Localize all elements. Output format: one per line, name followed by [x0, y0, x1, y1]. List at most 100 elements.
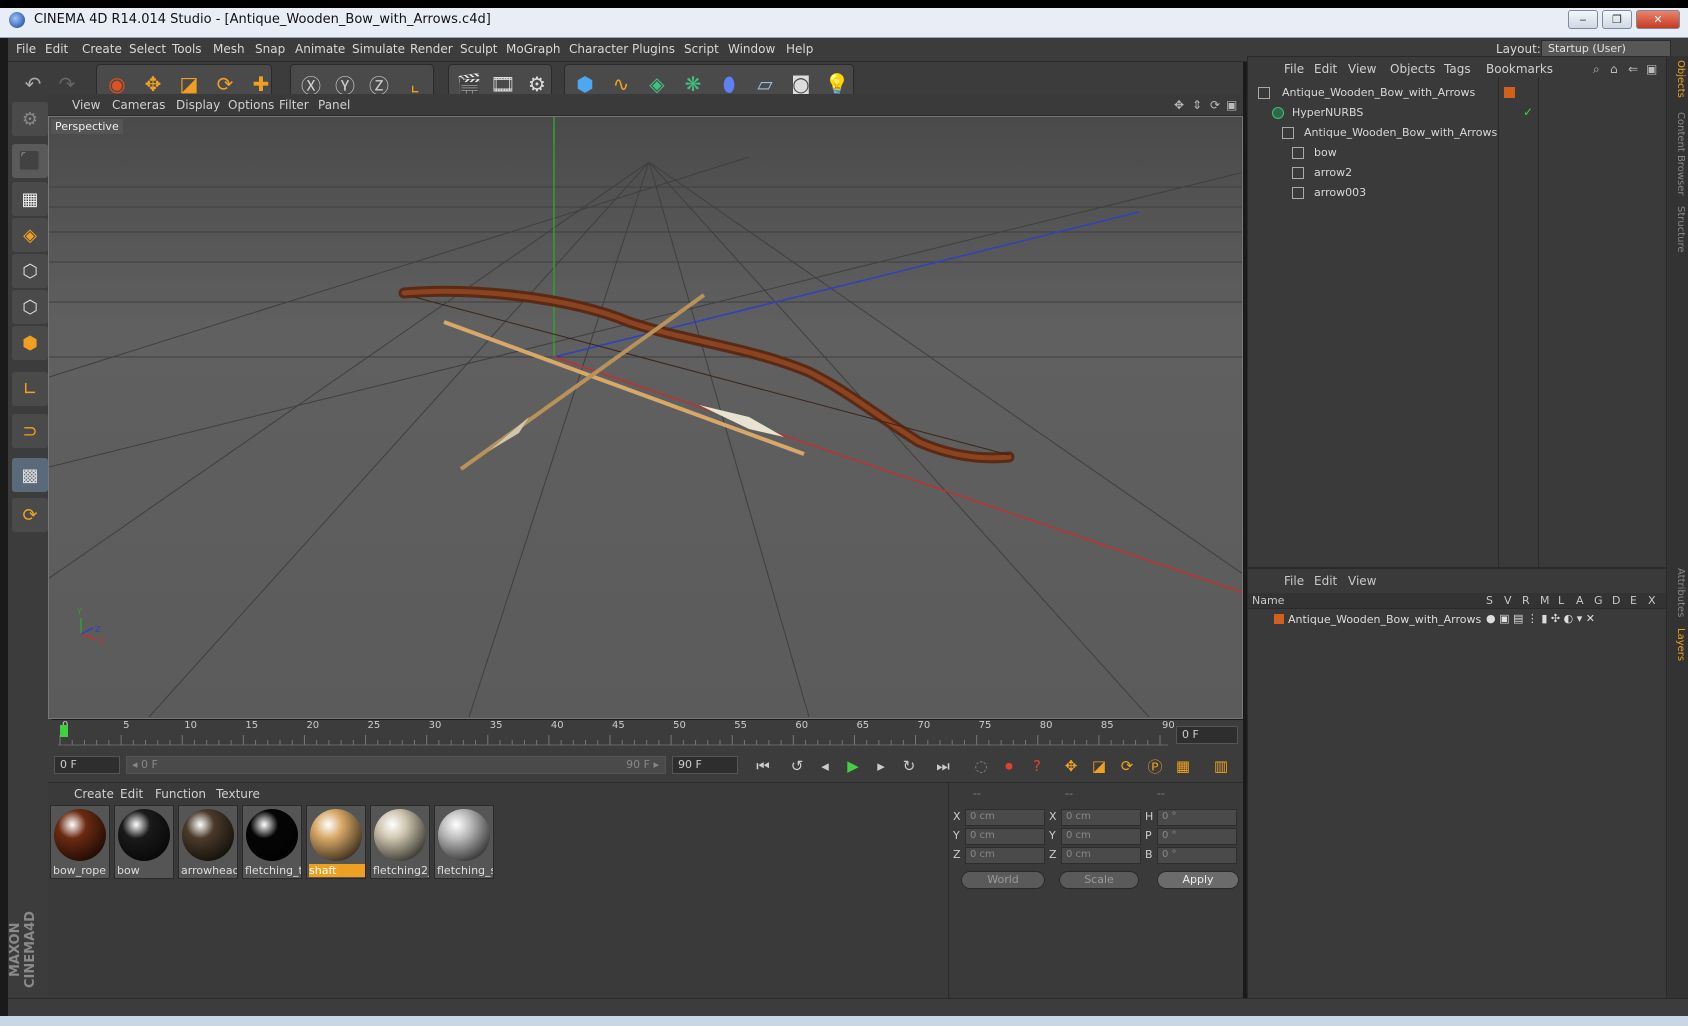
viewport-menu-display[interactable]: Display — [176, 98, 220, 112]
workplane-lock-icon[interactable]: ▩ — [12, 458, 48, 492]
size-z-field[interactable]: 0 cm — [1061, 847, 1141, 864]
maximize-button[interactable]: ❐ — [1602, 10, 1632, 29]
perspective-viewport[interactable]: Perspective Y X Z — [48, 116, 1243, 719]
tab-content-browser[interactable]: Content Browser — [1669, 112, 1686, 195]
material-menu-function[interactable]: Function — [155, 787, 206, 801]
axis-mode-icon[interactable]: ∟ — [12, 372, 48, 406]
viewport-maximize-icon[interactable]: ▣ — [1226, 98, 1237, 112]
arrow-model-2[interactable] — [459, 293, 706, 471]
material-menu-texture[interactable]: Texture — [216, 787, 260, 801]
key-parameter-icon[interactable]: Ⓟ — [1142, 754, 1168, 778]
position-z-field[interactable]: 0 cm — [965, 847, 1045, 864]
frame-range-slider[interactable]: ◂ 0 F 90 F ▸ — [126, 756, 666, 774]
start-frame-field[interactable]: 0 F — [54, 756, 120, 774]
size-y-field[interactable]: 0 cm — [1061, 828, 1141, 845]
material-menu-edit[interactable]: Edit — [120, 787, 143, 801]
menu-sculpt[interactable]: Sculpt — [460, 42, 497, 56]
menu-window[interactable]: Window — [728, 42, 775, 56]
rotation-h-field[interactable]: 0 ° — [1157, 809, 1237, 826]
menu-file[interactable]: File — [16, 42, 36, 56]
current-frame-field[interactable]: 0 F — [1176, 726, 1238, 744]
coordinate-system-dropdown[interactable]: World — [961, 871, 1045, 889]
record-keys-icon[interactable]: ◌ — [968, 754, 994, 778]
layer-toggle-icons[interactable]: ● ▣ ▤ ⋮ ▮ ✣ ◐ ▾ ✕ — [1486, 612, 1595, 625]
model-mode-icon[interactable]: ⬛ — [12, 144, 48, 178]
viewport-menu-filter[interactable]: Filter — [279, 98, 309, 112]
home-icon[interactable]: ⌂ — [1610, 62, 1618, 76]
material-swatch-selected[interactable]: shaft — [306, 805, 366, 879]
menu-animate[interactable]: Animate — [295, 42, 345, 56]
next-frame-icon[interactable]: ▸ — [868, 754, 894, 778]
menu-script[interactable]: Script — [684, 42, 719, 56]
key-position-icon[interactable]: ✥ — [1058, 754, 1084, 778]
size-mode-dropdown[interactable]: Scale — [1059, 871, 1139, 889]
position-y-field[interactable]: 0 cm — [965, 828, 1045, 845]
object-menu-bookmarks[interactable]: Bookmarks — [1486, 62, 1553, 76]
undo-icon[interactable]: ↶ — [16, 66, 50, 102]
menu-mesh[interactable]: Mesh — [213, 42, 245, 56]
size-x-field[interactable]: 0 cm — [1061, 809, 1141, 826]
viewport-zoom-icon[interactable]: ⇕ — [1192, 98, 1202, 112]
timeline-window-icon[interactable]: ▥ — [1208, 754, 1234, 778]
goto-start-icon[interactable]: ⏮ — [750, 754, 776, 778]
polygons-mode-icon[interactable]: ⬢ — [12, 326, 48, 360]
menu-plugins[interactable]: Plugins — [632, 42, 675, 56]
object-row[interactable]: arrow2 — [1248, 163, 1668, 183]
menu-render[interactable]: Render — [410, 42, 453, 56]
layer-color-swatch[interactable] — [1274, 614, 1284, 624]
prev-frame-icon[interactable]: ◂ — [812, 754, 838, 778]
viewport-menu-panel[interactable]: Panel — [318, 98, 350, 112]
points-mode-icon[interactable]: ⬡ — [12, 254, 48, 288]
key-pla-icon[interactable]: ▦ — [1170, 754, 1196, 778]
layer-menu-edit[interactable]: Edit — [1314, 574, 1337, 588]
search-icon[interactable]: ⌕ — [1593, 62, 1600, 77]
position-x-field[interactable]: 0 cm — [965, 809, 1045, 826]
menu-snap[interactable]: Snap — [255, 42, 285, 56]
material-swatch[interactable]: fletching_s — [434, 805, 494, 879]
object-menu-edit[interactable]: Edit — [1314, 62, 1337, 76]
material-swatch[interactable]: arrowhead — [178, 805, 238, 879]
tab-attributes[interactable]: Attributes — [1669, 568, 1686, 617]
viewport-menu-view[interactable]: View — [72, 98, 100, 112]
material-menu-create[interactable]: Create — [74, 787, 114, 801]
object-menu-file[interactable]: File — [1284, 62, 1304, 76]
object-menu-view[interactable]: View — [1348, 62, 1376, 76]
edges-mode-icon[interactable]: ⬡ — [12, 290, 48, 324]
tab-structure[interactable]: Structure — [1669, 206, 1686, 253]
menu-mograph[interactable]: MoGraph — [506, 42, 561, 56]
viewport-menu-options[interactable]: Options — [228, 98, 274, 112]
menu-edit[interactable]: Edit — [45, 42, 68, 56]
tab-layers[interactable]: Layers — [1669, 628, 1686, 661]
layer-menu-view[interactable]: View — [1348, 574, 1376, 588]
object-row[interactable]: Antique_Wooden_Bow_with_Arrows — [1248, 83, 1668, 103]
minimize-button[interactable]: ‒ — [1568, 10, 1598, 29]
bow-model[interactable] — [398, 285, 1015, 464]
menu-character[interactable]: Character — [569, 42, 628, 56]
snap-magnet-icon[interactable]: ⊃ — [12, 414, 48, 448]
object-menu-objects[interactable]: Objects — [1390, 62, 1435, 76]
timeline-ruler[interactable]: 051015202530354045505560657075808590 0 F — [48, 720, 1243, 750]
end-frame-field[interactable]: 90 F — [672, 756, 738, 774]
close-button[interactable]: ✕ — [1636, 10, 1680, 29]
rotation-p-field[interactable]: 0 ° — [1157, 828, 1237, 845]
texture-mode-icon[interactable]: ▦ — [12, 182, 48, 216]
material-swatch[interactable]: bow_rope — [50, 805, 110, 879]
workplane-icon[interactable]: ◈ — [12, 218, 48, 252]
key-scale-icon[interactable]: ◪ — [1086, 754, 1112, 778]
menu-create[interactable]: Create — [82, 42, 122, 56]
layer-row[interactable]: Antique_Wooden_Bow_with_Arrows ● ▣ ▤ ⋮ ▮… — [1248, 611, 1666, 629]
material-swatch[interactable]: fletching_t — [242, 805, 302, 879]
timeline-playhead[interactable] — [60, 725, 68, 737]
goto-prev-key-icon[interactable]: ↺ — [784, 754, 810, 778]
layer-menu-file[interactable]: File — [1284, 574, 1304, 588]
viewport-menu-cameras[interactable]: Cameras — [112, 98, 165, 112]
material-swatch[interactable]: fletching2_ — [370, 805, 430, 879]
back-icon[interactable]: ⇐ — [1628, 62, 1638, 76]
new-window-icon[interactable]: ▣ — [1646, 62, 1657, 76]
menu-select[interactable]: Select — [129, 42, 166, 56]
rotation-b-field[interactable]: 0 ° — [1157, 847, 1237, 864]
goto-next-key-icon[interactable]: ↻ — [896, 754, 922, 778]
menu-tools[interactable]: Tools — [172, 42, 202, 56]
keyframe-selection-icon[interactable]: ? — [1024, 754, 1050, 778]
solo-icon[interactable]: ⟳ — [12, 498, 48, 532]
